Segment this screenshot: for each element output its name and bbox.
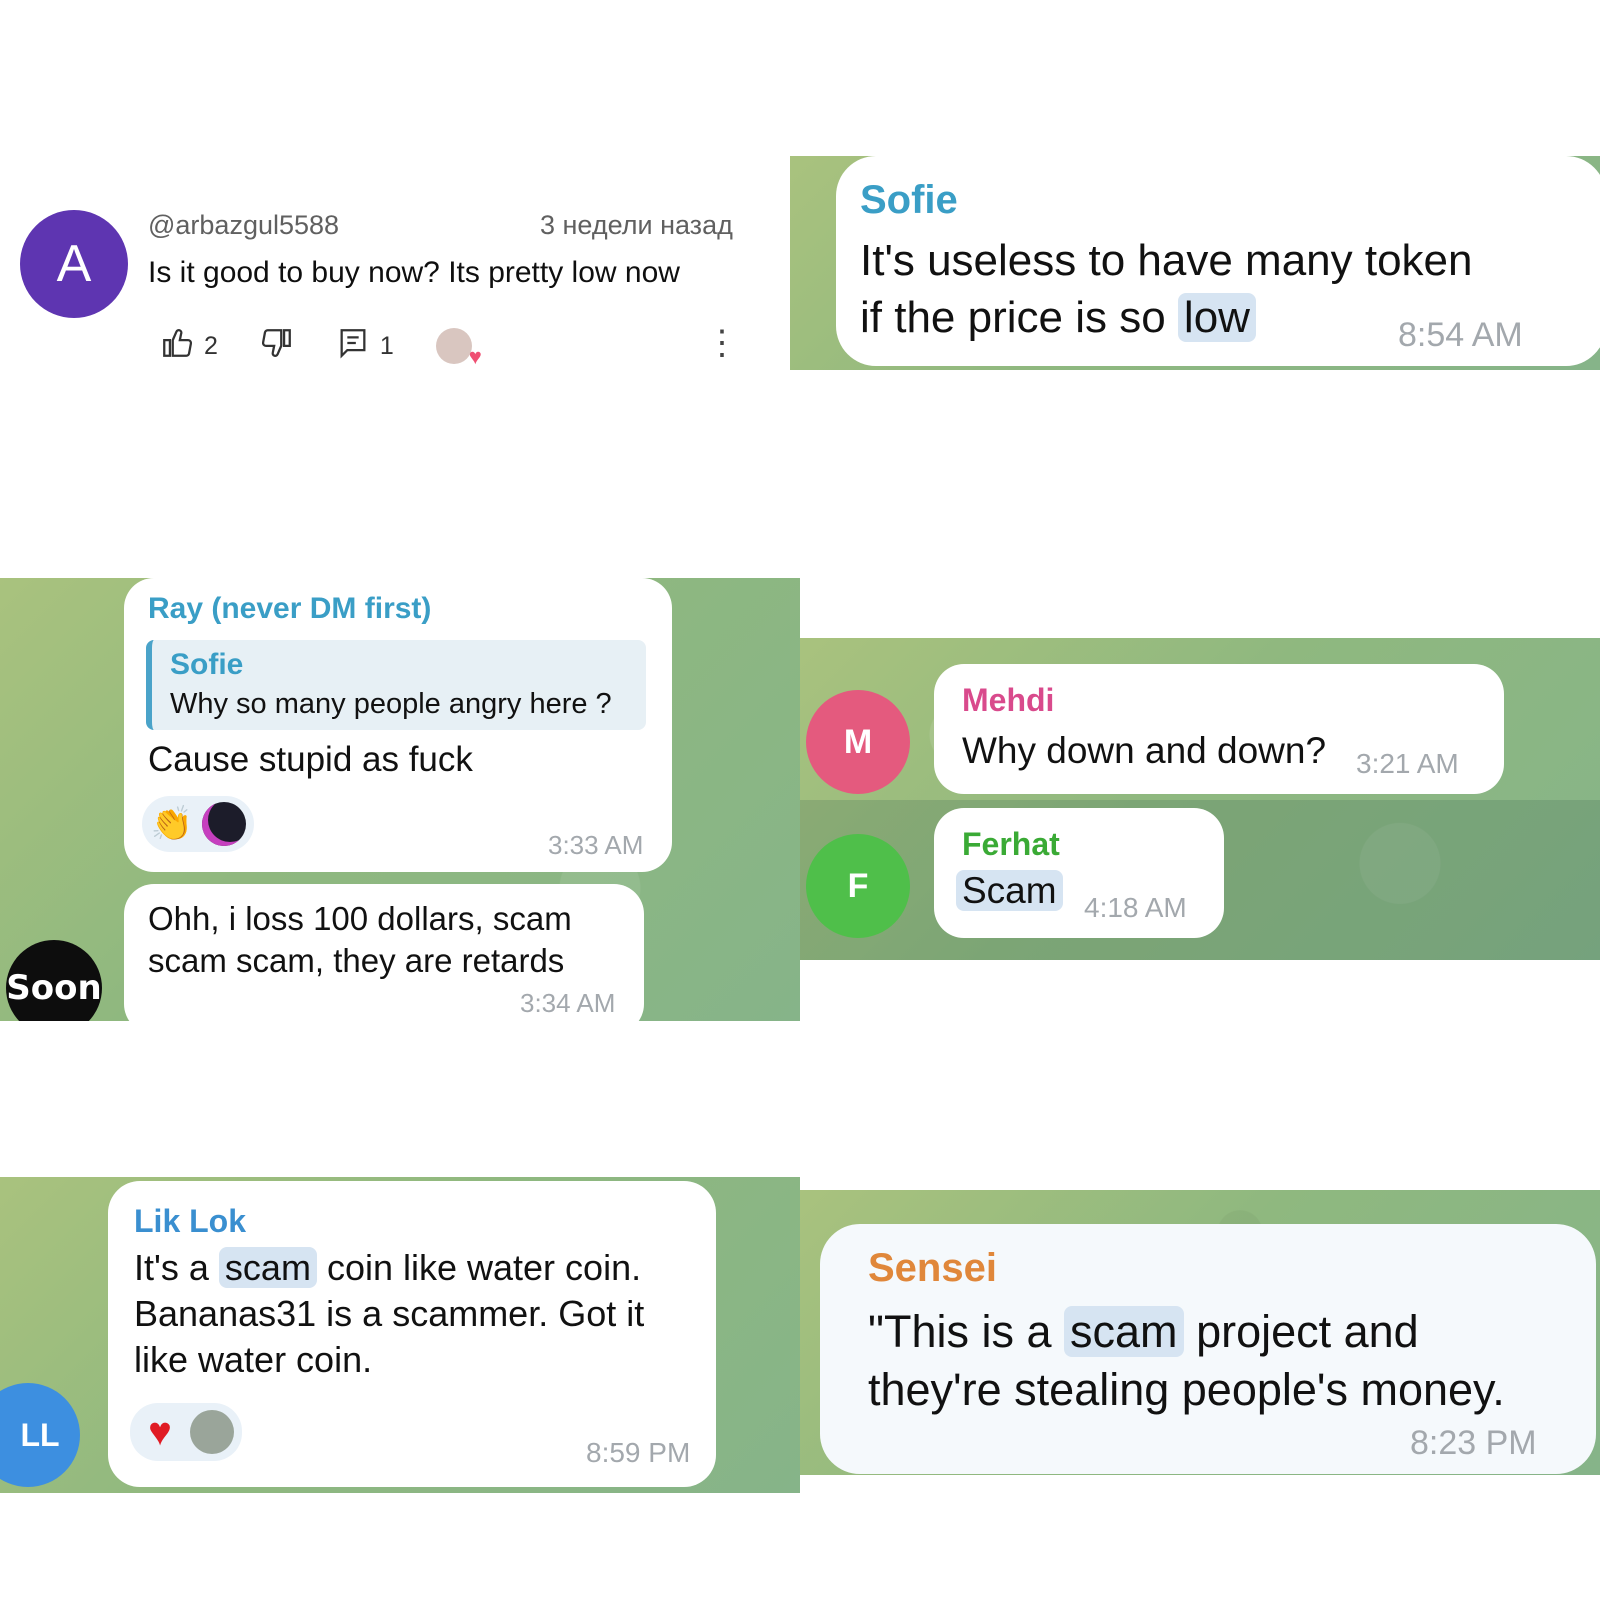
message-time: 8:59 PM bbox=[586, 1437, 691, 1468]
message-text: Why down and down? bbox=[962, 730, 1327, 771]
message-text-line: Bananas31 is a scammer. Got it bbox=[134, 1293, 645, 1334]
reply-count: 1 bbox=[379, 331, 394, 360]
sender-name[interactable]: Lik Lok bbox=[134, 1203, 246, 1240]
message-bubble[interactable]: Ohh, i loss 100 dollars, scam scam scam,… bbox=[124, 884, 644, 1021]
message-text: Cause stupid as fuck bbox=[148, 740, 473, 779]
chat-panel-sensei: Sensei "This is a scam project and they'… bbox=[800, 1190, 1600, 1475]
comment-text: Is it good to buy now? Its pretty low no… bbox=[148, 256, 680, 289]
reply-quote[interactable]: Sofie Why so many people angry here ? bbox=[146, 640, 646, 730]
sender-avatar[interactable]: Soon bbox=[6, 940, 102, 1021]
sender-name[interactable]: Sofie bbox=[860, 178, 958, 223]
reactions-bar[interactable]: 👏 bbox=[142, 796, 254, 852]
message-bubble[interactable]: Ferhat Scam 4:18 AM bbox=[934, 808, 1224, 938]
message-bubble[interactable]: Lik Lok It's a scam coin like water coin… bbox=[108, 1181, 716, 1487]
commenter-handle[interactable]: @arbazgul5588 bbox=[148, 210, 339, 241]
message-text: It's a bbox=[134, 1247, 209, 1288]
quote-sender-name: Sofie bbox=[170, 648, 244, 681]
message-text: project and bbox=[1196, 1306, 1419, 1357]
sender-name[interactable]: Sensei bbox=[868, 1246, 997, 1291]
message-text-line: Ohh, i loss 100 dollars, scam bbox=[148, 900, 572, 937]
comment-actions: 2 1 ♥ bbox=[160, 326, 482, 369]
dislike-button[interactable] bbox=[260, 326, 294, 367]
comment-icon bbox=[336, 326, 370, 367]
creator-heart-avatar: ♥ bbox=[435, 328, 482, 369]
search-highlight: scam bbox=[1064, 1306, 1184, 1357]
more-options-icon[interactable]: ⋮ bbox=[705, 326, 739, 360]
message-text-line: like water coin. bbox=[134, 1339, 373, 1380]
sender-name[interactable]: Ferhat bbox=[962, 826, 1060, 863]
search-highlight: scam bbox=[218, 1247, 317, 1288]
reactor-avatar bbox=[202, 802, 246, 846]
red-heart-icon: ♥ bbox=[148, 1409, 172, 1454]
reply-button[interactable]: 1 bbox=[336, 326, 394, 367]
message-text: coin like water coin. bbox=[326, 1247, 642, 1288]
message-time: 3:34 AM bbox=[520, 988, 616, 1018]
chat-panel-ray: Ray (never DM first) Sofie Why so many p… bbox=[0, 578, 800, 1021]
search-highlight: low bbox=[1177, 293, 1256, 342]
like-count: 2 bbox=[204, 331, 218, 360]
message-text-line: It's a scam coin like water coin. bbox=[134, 1247, 641, 1289]
message-text: Scam bbox=[956, 870, 1063, 912]
comment-time: 3 недели назад bbox=[540, 210, 733, 240]
message-bubble[interactable]: Sofie It's useless to have many token if… bbox=[836, 156, 1600, 366]
message-text-line: It's useless to have many token bbox=[860, 236, 1473, 285]
message-text-line: they're stealing people's money. bbox=[868, 1364, 1505, 1415]
message-time: 8:23 PM bbox=[1410, 1424, 1537, 1462]
quote-text: Why so many people angry here ? bbox=[170, 688, 612, 720]
chat-panel-sofie: Sofie It's useless to have many token if… bbox=[790, 156, 1600, 370]
search-highlight: Scam bbox=[956, 870, 1063, 911]
heart-icon: ♥ bbox=[468, 344, 482, 369]
sender-avatar[interactable]: M bbox=[806, 690, 910, 794]
message-text-line: "This is a scam project and bbox=[868, 1306, 1419, 1358]
message-time: 3:33 AM bbox=[548, 830, 644, 860]
reactions-bar[interactable]: ♥ bbox=[130, 1403, 242, 1461]
youtube-comment: A @arbazgul5588 3 недели назад Is it goo… bbox=[0, 180, 790, 390]
thumbs-down-icon bbox=[260, 326, 294, 367]
message-text-line: scam scam, they are retards bbox=[148, 942, 565, 979]
commenter-avatar[interactable]: A bbox=[20, 210, 128, 318]
message-time: 3:21 AM bbox=[1356, 748, 1459, 779]
reactor-avatar bbox=[190, 1410, 234, 1454]
message-text: "This is a bbox=[868, 1306, 1052, 1357]
message-bubble[interactable]: Mehdi Why down and down? 3:21 AM bbox=[934, 664, 1504, 794]
message-time: 4:18 AM bbox=[1084, 892, 1187, 923]
message-bubble[interactable]: Sensei "This is a scam project and they'… bbox=[820, 1224, 1596, 1474]
sender-avatar[interactable]: F bbox=[806, 834, 910, 938]
sender-avatar[interactable]: LL bbox=[0, 1383, 80, 1487]
message-bubble[interactable]: Ray (never DM first) Sofie Why so many p… bbox=[124, 578, 672, 872]
message-text-line: if the price is so low bbox=[860, 293, 1256, 343]
message-text: if the price is so bbox=[860, 293, 1166, 342]
chat-panel-mehdi-ferhat: M Mehdi Why down and down? 3:21 AM F Fer… bbox=[800, 638, 1600, 960]
like-button[interactable]: 2 bbox=[160, 326, 218, 367]
message-time: 8:54 AM bbox=[1398, 316, 1523, 354]
sender-name[interactable]: Ray (never DM first) bbox=[148, 592, 431, 626]
chat-panel-liklok: Lik Lok It's a scam coin like water coin… bbox=[0, 1177, 800, 1493]
clapping-hands-icon: 👏 bbox=[150, 805, 194, 843]
sender-name[interactable]: Mehdi bbox=[962, 682, 1054, 719]
thumbs-up-icon bbox=[160, 326, 194, 367]
